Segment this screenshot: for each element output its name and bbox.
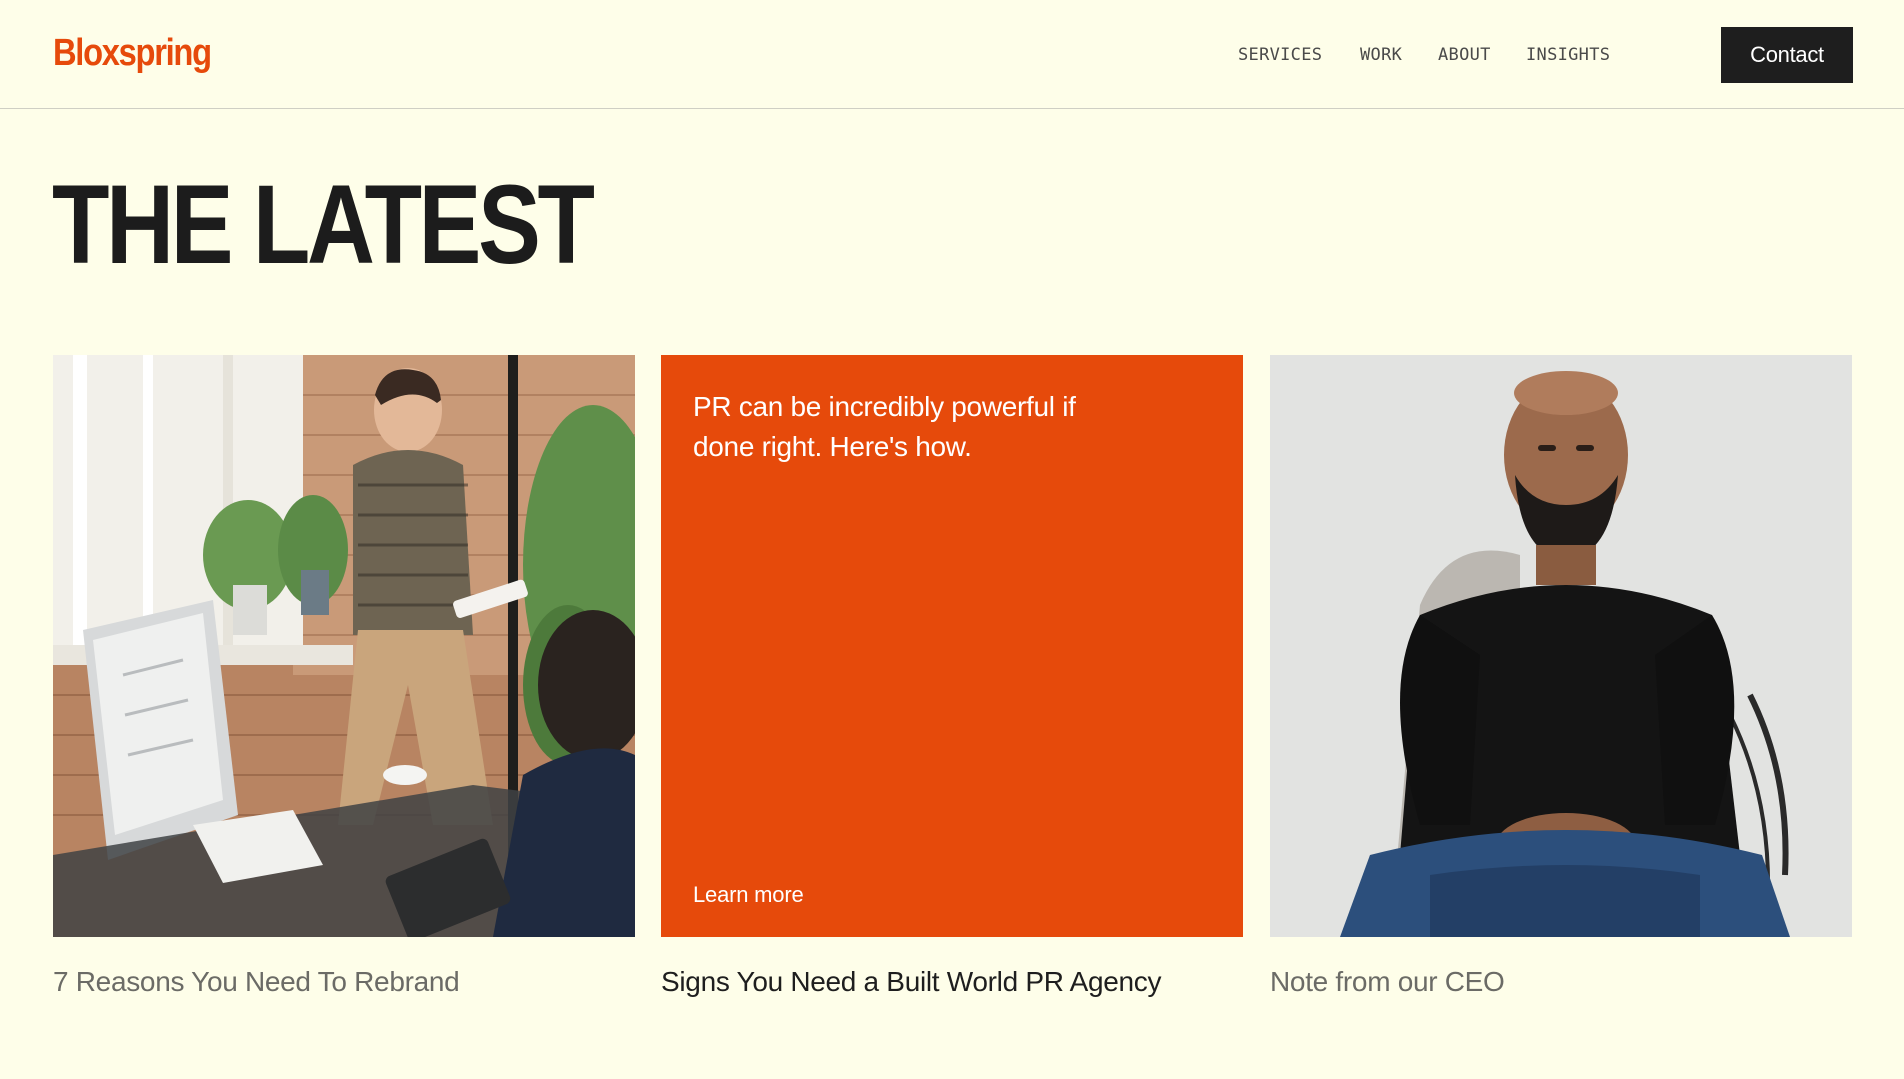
- nav-item-insights[interactable]: INSIGHTS: [1526, 42, 1610, 68]
- article-card-pr-agency[interactable]: PR can be incredibly powerful if done ri…: [661, 355, 1243, 997]
- article-title-rebrand[interactable]: 7 Reasons You Need To Rebrand: [53, 965, 460, 999]
- nav-item-services[interactable]: SERVICES: [1238, 42, 1322, 68]
- page-title: THE LATEST: [52, 162, 595, 287]
- promo-panel[interactable]: PR can be incredibly powerful if done ri…: [661, 355, 1243, 937]
- promo-text: PR can be incredibly powerful if done ri…: [693, 391, 1076, 462]
- article-card-rebrand[interactable]: 7 Reasons You Need To Rebrand: [53, 355, 635, 997]
- article-title-pr-agency[interactable]: Signs You Need a Built World PR Agency: [661, 965, 1161, 999]
- nav-item-about[interactable]: ABOUT: [1438, 42, 1491, 68]
- nav-item-work[interactable]: WORK: [1360, 42, 1402, 68]
- ceo-portrait-photo[interactable]: [1270, 355, 1852, 937]
- brand-logo[interactable]: Bloxspring: [53, 30, 212, 76]
- office-meeting-photo[interactable]: [53, 355, 635, 937]
- contact-button[interactable]: Contact: [1721, 27, 1853, 83]
- article-card-ceo-note[interactable]: Note from our CEO: [1270, 355, 1852, 997]
- learn-more-link[interactable]: Learn more: [693, 880, 804, 910]
- article-title-ceo-note[interactable]: Note from our CEO: [1270, 965, 1505, 999]
- site-header: Bloxspring SERVICES WORK ABOUT INSIGHTS …: [0, 0, 1904, 109]
